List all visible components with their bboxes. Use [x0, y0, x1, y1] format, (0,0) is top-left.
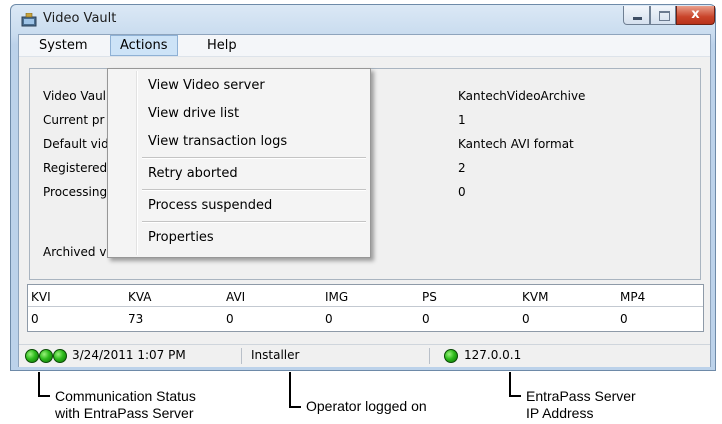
column-header[interactable]: IMG [325, 290, 348, 304]
callout-text: EntraPass Server [526, 388, 636, 404]
app-icon [21, 13, 37, 27]
minimize-button[interactable] [623, 6, 650, 25]
menu-bar: System Actions Help [19, 35, 710, 57]
actions-dropdown-menu: View Video server View drive list View t… [107, 68, 371, 258]
column-header[interactable]: PS [422, 290, 437, 304]
menu-separator [142, 157, 366, 159]
callout-server-ip: EntraPass Server IP Address [526, 388, 636, 422]
info-value-current: 1 [458, 113, 466, 127]
column-header[interactable]: MP4 [620, 290, 645, 304]
minimize-icon [633, 17, 642, 20]
column-header[interactable]: AVI [226, 290, 245, 304]
info-label-processing: Processing [43, 185, 108, 199]
info-value-name: KantechVideoArchive [458, 89, 586, 103]
table-cell[interactable]: 0 [522, 312, 530, 326]
status-bar: 3/24/2011 1:07 PM Installer 127.0.0.1 [19, 344, 710, 367]
menu-separator [142, 189, 366, 191]
column-header[interactable]: KVI [31, 290, 51, 304]
maximize-icon [659, 11, 670, 21]
table-cell[interactable]: 0 [422, 312, 430, 326]
menu-item-process-suspended[interactable]: Process suspended [148, 198, 272, 213]
callout-text: IP Address [526, 405, 594, 421]
menu-icon-gutter [136, 71, 138, 255]
callout-text: Communication Status [55, 388, 196, 404]
menu-separator [142, 221, 366, 223]
callout-operator: Operator logged on [306, 398, 427, 414]
info-value-default: Kantech AVI format [458, 137, 574, 151]
table-cell[interactable]: 0 [620, 312, 628, 326]
menu-item-view-video-server[interactable]: View Video server [148, 78, 265, 93]
info-label-name: Video Vaul [43, 89, 107, 103]
menu-item-retry-aborted[interactable]: Retry aborted [148, 166, 238, 181]
info-value-processing: 0 [458, 185, 466, 199]
menu-item-view-drive-list[interactable]: View drive list [148, 106, 239, 121]
column-header[interactable]: KVM [522, 290, 548, 304]
window-title: Video Vault [43, 11, 117, 26]
table-cell[interactable]: 73 [128, 312, 143, 326]
status-divider [241, 348, 242, 364]
table-cell[interactable]: 0 [31, 312, 39, 326]
table-cell[interactable]: 0 [226, 312, 234, 326]
communication-status-led-icon [53, 349, 67, 363]
title-bar[interactable]: Video Vault x [11, 5, 715, 35]
menu-help[interactable]: Help [198, 36, 246, 55]
callout-bracket [509, 372, 521, 397]
menu-actions[interactable]: Actions [110, 35, 178, 56]
status-datetime: 3/24/2011 1:07 PM [72, 348, 186, 362]
info-label-current: Current pr [43, 113, 105, 127]
callout-communication-status: Communication Status with EntraPass Serv… [55, 388, 196, 422]
header-divider [28, 306, 703, 307]
callout-bracket [38, 372, 50, 397]
info-label-registered: Registered [43, 161, 108, 175]
maximize-button[interactable] [650, 6, 676, 25]
close-icon: x [691, 7, 700, 22]
status-ip-address: 127.0.0.1 [464, 348, 522, 362]
menu-item-properties[interactable]: Properties [148, 230, 214, 245]
callout-text: with EntraPass Server [55, 405, 194, 421]
column-header[interactable]: KVA [128, 290, 152, 304]
archive-table: KVI KVA AVI IMG PS KVM MP4 0 73 0 0 0 0 … [27, 284, 704, 332]
info-value-registered: 2 [458, 161, 466, 175]
status-operator: Installer [251, 348, 300, 362]
table-cell[interactable]: 0 [325, 312, 333, 326]
menu-item-view-transaction-logs[interactable]: View transaction logs [148, 134, 287, 149]
menu-system[interactable]: System [30, 36, 96, 55]
communication-status-led-icon [25, 349, 39, 363]
status-divider [429, 348, 430, 364]
close-button[interactable]: x [676, 6, 715, 25]
callout-bracket [289, 372, 301, 408]
server-status-led-icon [444, 349, 458, 363]
info-label-default: Default vid [43, 137, 109, 151]
communication-status-led-icon [39, 349, 53, 363]
